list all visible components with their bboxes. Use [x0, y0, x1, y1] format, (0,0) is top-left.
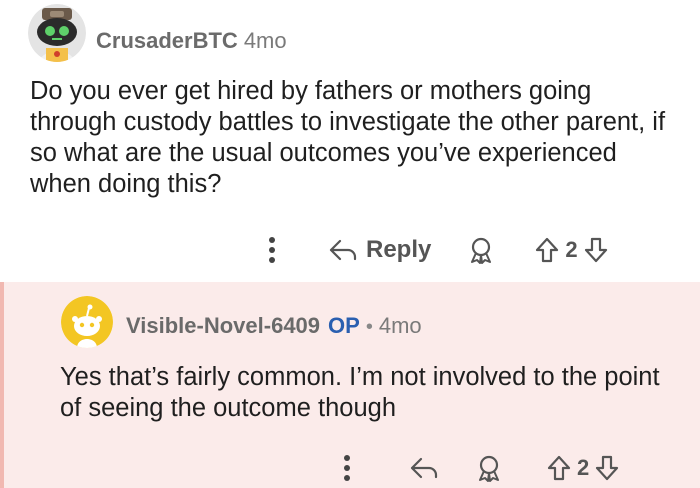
reply-button[interactable]	[409, 456, 439, 480]
comment-age: 4mo	[378, 313, 422, 338]
more-options-button[interactable]	[343, 454, 351, 482]
more-options-button[interactable]	[268, 236, 276, 264]
comment-body: Yes that’s fairly common. I’m not involv…	[60, 363, 660, 422]
comment-visible-novel-6409: Visible-Novel-6409 OP • 4mo Yes that’s f…	[0, 282, 700, 488]
comment-meta: Visible-Novel-6409 OP • 4mo	[126, 313, 422, 339]
award-icon	[471, 237, 492, 264]
comment-meta: CrusaderBTC 4mo	[96, 28, 287, 54]
avatar[interactable]	[61, 296, 113, 348]
upvote-arrow-icon	[536, 237, 559, 263]
award-button[interactable]	[467, 236, 495, 264]
award-button[interactable]	[475, 454, 503, 482]
downvote-arrow-icon	[596, 455, 619, 481]
reply-arrow-icon	[329, 239, 357, 261]
comment-actions: 2	[343, 448, 619, 488]
downvote-arrow-icon	[584, 237, 607, 263]
vote-count: 2	[565, 237, 578, 262]
vote-count: 2	[577, 455, 590, 480]
op-badge: OP	[328, 313, 360, 338]
reply-button[interactable]: Reply	[328, 236, 431, 264]
upvote-button[interactable]	[535, 237, 559, 263]
reply-arrow-icon	[410, 457, 438, 479]
comment-crusaderbtc: CrusaderBTC 4mo Do you ever get hired by…	[0, 0, 700, 282]
vertical-dots-icon	[344, 455, 350, 481]
downvote-button[interactable]	[595, 455, 619, 481]
upvote-button[interactable]	[547, 455, 571, 481]
default-snoo-avatar-icon	[61, 296, 113, 348]
comment-actions: Reply 2	[268, 228, 608, 272]
meta-separator: •	[365, 316, 373, 338]
username[interactable]: CrusaderBTC	[96, 28, 238, 54]
reply-label: Reply	[366, 236, 432, 263]
award-icon	[479, 455, 499, 482]
avatar[interactable]	[28, 4, 86, 62]
comment-body: Do you ever get hired by fathers or moth…	[30, 77, 666, 198]
robot-snoo-avatar-icon	[28, 4, 86, 62]
vertical-dots-icon	[269, 237, 275, 263]
upvote-arrow-icon	[547, 455, 571, 481]
username[interactable]: Visible-Novel-6409	[126, 313, 320, 339]
downvote-button[interactable]	[584, 237, 608, 263]
comment-age: 4mo	[243, 28, 287, 53]
